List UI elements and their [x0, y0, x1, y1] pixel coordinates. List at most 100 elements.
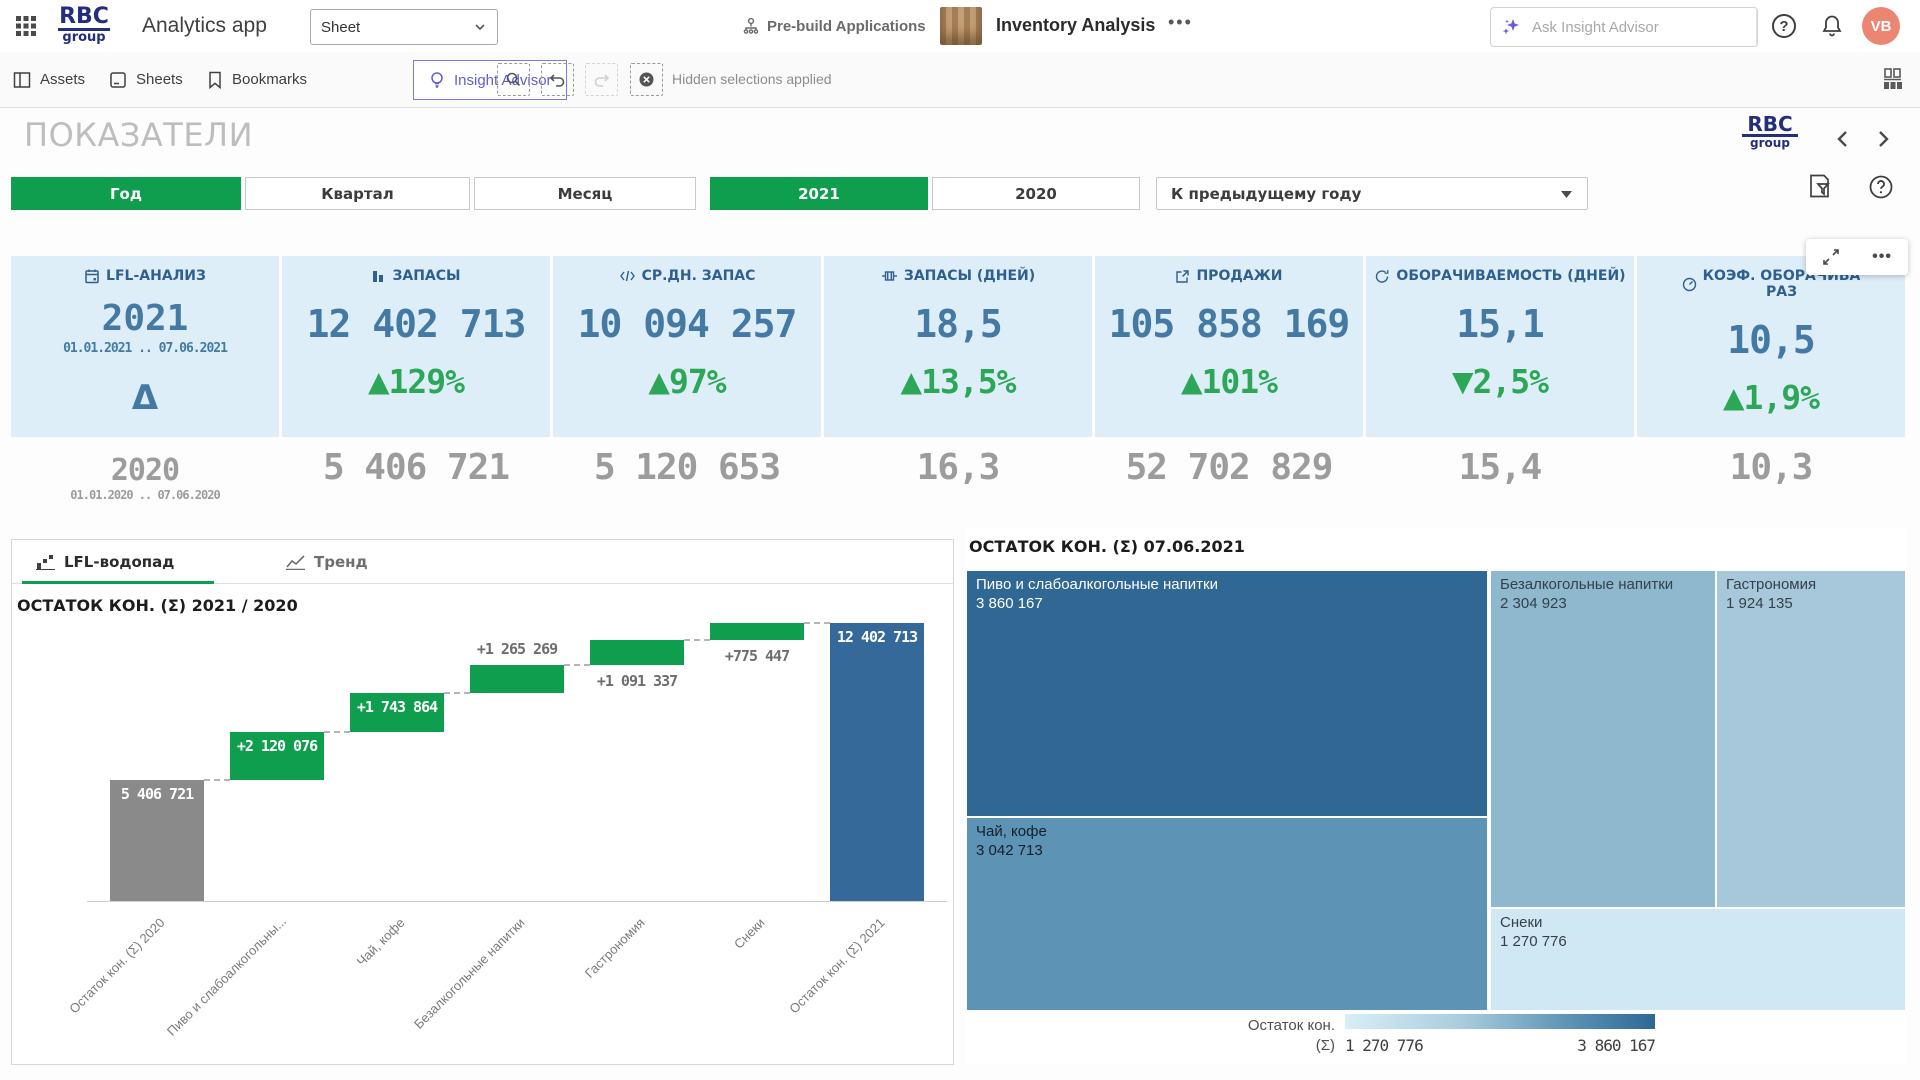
step-forward-button[interactable]: [585, 63, 618, 96]
assets-button[interactable]: Assets: [12, 52, 85, 107]
dropdown-arrow-icon: [1560, 189, 1573, 199]
kpi-card[interactable]: СР.ДН. ЗАПАС10 094 257▲97%5 120 653: [553, 256, 821, 510]
bookmarks-button[interactable]: Bookmarks: [206, 52, 307, 107]
step-back-button[interactable]: [541, 63, 574, 96]
waterfall-panel: LFL-водопад Тренд ОСТАТОК КОН. (Σ) 2021 …: [11, 539, 954, 1065]
object-more-menu[interactable]: •••: [1872, 248, 1892, 266]
kpi-previous-value: 10,3: [1637, 437, 1905, 510]
prebuild-applications-link[interactable]: Pre-build Applications: [742, 17, 926, 35]
app-title: Analytics app: [142, 14, 267, 38]
kpi-card[interactable]: ЗАПАСЫ12 402 713▲129%5 406 721: [282, 256, 550, 510]
kpi-card[interactable]: ПРОДАЖИ105 858 169▲101%52 702 829: [1095, 256, 1363, 510]
waterfall-bar-Остаток кон. (Σ) 2021[interactable]: [830, 623, 924, 901]
treemap-cell-Снеки[interactable]: Снеки1 270 776: [1491, 909, 1905, 1010]
treemap-cell-name: Чай, кофе: [976, 823, 1478, 842]
help-icon-sheet[interactable]: [1868, 174, 1894, 200]
waterfall-connector: [684, 639, 710, 641]
kpi-card[interactable]: КОЭФ. ОБОРАЧИВАРАЗ10,5▲1,9%10,3: [1637, 256, 1905, 510]
app-more-menu[interactable]: •••: [1168, 12, 1193, 33]
up-triangle-icon: ▲: [648, 365, 669, 398]
kpi-delta: ▲101%: [1095, 362, 1363, 401]
up-triangle-icon: ▲: [1181, 365, 1202, 398]
treemap-chart: Пиво и слабоалкогольные напитки3 860 167…: [967, 571, 1905, 1010]
waterfall-connector: [444, 692, 470, 694]
filter-button-2021[interactable]: 2021: [710, 177, 928, 210]
notifications-bell-icon[interactable]: [1820, 13, 1844, 39]
sheets-button[interactable]: Sheets: [108, 52, 183, 107]
waterfall-connector: [804, 622, 830, 624]
treemap-cell-name: Гастрономия: [1726, 576, 1896, 595]
waterfall-bar-label: +2 120 076: [210, 737, 344, 755]
year-filter-group: 20212020: [710, 177, 1140, 210]
filter-button-Месяц[interactable]: Месяц: [474, 177, 696, 210]
rbc-group-logo-sheet: RBC group: [1742, 114, 1798, 149]
treemap-cell-Безалкогольные напитки[interactable]: Безалкогольные напитки2 304 923: [1491, 571, 1715, 907]
down-triangle-icon: ▼: [1452, 365, 1473, 398]
kpi-card-lfl[interactable]: LFL-АНАЛИЗ 2021 01.01.2021 .. 07.06.2021…: [11, 256, 279, 510]
lfl-current-year: 2021: [11, 298, 279, 339]
waterfall-bar-label: +775 447: [690, 647, 824, 665]
kpi-delta: ▲13,5%: [824, 362, 1092, 401]
kpi-delta: ▲129%: [282, 362, 550, 401]
up-triangle-icon: ▲: [901, 365, 922, 398]
treemap-cell-value: 1 270 776: [1500, 933, 1896, 952]
smart-search-button[interactable]: [497, 63, 530, 96]
kpi-delta: ▲97%: [553, 362, 821, 401]
app-menu-icon[interactable]: [14, 14, 38, 38]
treemap-cell-Пиво и слабоалкогольные напитки[interactable]: Пиво и слабоалкогольные напитки3 860 167: [967, 571, 1487, 816]
page-title: ПОКАЗАТЕЛИ: [24, 116, 253, 154]
expand-icon[interactable]: [1822, 248, 1840, 266]
clear-selections-button[interactable]: [630, 63, 663, 96]
kpi-card[interactable]: ОБОРАЧИВАЕМОСТЬ (ДНЕЙ)15,1▼2,5%15,4: [1366, 256, 1634, 510]
sheet-selector[interactable]: Sheet: [310, 9, 498, 45]
waterfall-connector: [204, 779, 230, 781]
x-axis-label: Снеки: [644, 915, 768, 1039]
sheet-toolbar: Assets Sheets Bookmarks Insight Advisor …: [0, 52, 1920, 108]
kpi-row: LFL-АНАЛИЗ 2021 01.01.2021 .. 07.06.2021…: [11, 256, 1905, 510]
treemap-cell-Гастрономия[interactable]: Гастрономия1 924 135: [1717, 571, 1905, 907]
sheet-layout-icon[interactable]: [1880, 67, 1906, 91]
kpi-value: 15,1: [1366, 302, 1634, 346]
next-sheet-chevron[interactable]: [1872, 128, 1894, 150]
undo-arrow-icon: [549, 71, 566, 88]
kpi-value: 10 094 257: [553, 302, 821, 346]
filter-button-2020[interactable]: 2020: [932, 177, 1140, 210]
lfl-prev-block: 2020 01.01.2020 .. 07.06.2020: [11, 437, 279, 510]
waterfall-bar-Снеки[interactable]: [710, 623, 804, 640]
app-thumbnail[interactable]: [940, 7, 982, 45]
treemap-cell-name: Пиво и слабоалкогольные напитки: [976, 576, 1478, 595]
hierarchy-icon: [742, 17, 760, 35]
legend-gradient-bar: [1345, 1014, 1655, 1029]
insight-advisor-search[interactable]: [1490, 7, 1758, 47]
waterfall-bar-Безалкогольные напитки[interactable]: [470, 665, 564, 693]
chevron-down-icon: [473, 20, 487, 34]
treemap-cell-name: Безалкогольные напитки: [1500, 576, 1706, 595]
search-selections-icon: [505, 71, 522, 88]
treemap-cell-value: 3 042 713: [976, 842, 1478, 861]
legend-max-value: 3 860 167: [1345, 1036, 1655, 1055]
prev-sheet-chevron[interactable]: [1832, 128, 1854, 150]
x-axis-label: Чай, кофе: [284, 915, 408, 1039]
period-filter-group: ГодКварталМесяц: [11, 177, 696, 210]
sparkles-icon: [1501, 17, 1521, 37]
kpi-card[interactable]: ЗАПАСЫ (ДНЕЙ)18,5▲13,5%16,3: [824, 256, 1092, 510]
refresh-icon: [1374, 269, 1390, 284]
selections-tool-icon[interactable]: [1806, 172, 1834, 200]
waterfall-bar-label: 12 402 713: [810, 628, 944, 646]
code-icon: [619, 269, 636, 283]
filter-button-Год[interactable]: Год: [11, 177, 241, 210]
current-app-name[interactable]: Inventory Analysis: [996, 15, 1155, 36]
waterfall-bar-Гастрономия[interactable]: [590, 640, 684, 664]
filter-button-Квартал[interactable]: Квартал: [245, 177, 470, 210]
sliders-icon: [881, 269, 898, 283]
app-header: RBC group Analytics app Sheet Pre-build …: [0, 0, 1920, 53]
waterfall-connector: [324, 731, 350, 733]
object-hover-toolbar: •••: [1806, 239, 1908, 275]
comparison-dropdown[interactable]: К предыдущему году: [1156, 177, 1588, 210]
kpi-delta: ▲1,9%: [1637, 378, 1905, 417]
help-icon[interactable]: ?: [1772, 14, 1796, 38]
user-avatar[interactable]: VB: [1862, 7, 1900, 45]
treemap-cell-Чай, кофе[interactable]: Чай, кофе3 042 713: [967, 818, 1487, 1010]
kpi-value: 12 402 713: [282, 302, 550, 346]
search-input[interactable]: [1530, 18, 1714, 37]
